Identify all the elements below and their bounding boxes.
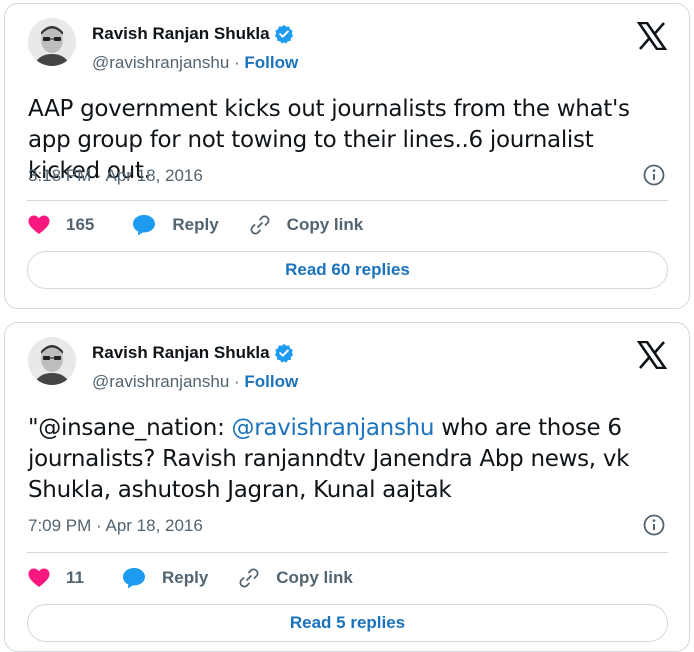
verified-badge-icon [274, 343, 293, 363]
copy-link-button[interactable]: Copy link [249, 214, 364, 236]
reply-label: Reply [172, 215, 219, 234]
like-count: 11 [66, 568, 84, 587]
copy-link-label: Copy link [276, 568, 353, 587]
author-handle[interactable]: @ravishranjanshu [92, 372, 229, 391]
separator: · [234, 372, 245, 391]
reply-label: Reply [161, 568, 209, 587]
author-name[interactable]: Ravish Ranjan Shukla [92, 24, 270, 44]
reply-button[interactable]: Reply [132, 214, 219, 236]
reply-bubble-icon [133, 215, 156, 236]
info-icon[interactable] [643, 514, 665, 536]
heart-icon [28, 568, 50, 587]
x-logo-icon[interactable] [637, 22, 667, 50]
copy-link-button[interactable]: Copy link [238, 567, 353, 589]
tweet-card[interactable]: Ravish Ranjan Shukla @ravishranjanshu · … [4, 322, 690, 652]
avatar[interactable] [28, 337, 76, 385]
divider [27, 200, 668, 201]
link-icon [239, 568, 259, 588]
avatar[interactable] [28, 18, 76, 66]
link-icon [250, 215, 270, 235]
read-replies-button[interactable]: Read 60 replies [27, 251, 668, 289]
info-icon[interactable] [643, 164, 665, 186]
like-button[interactable]: 11 [28, 568, 84, 588]
heart-icon [28, 215, 50, 234]
author-name[interactable]: Ravish Ranjan Shukla [92, 343, 270, 363]
x-logo-icon[interactable] [637, 341, 667, 369]
separator: · [234, 53, 245, 72]
tweet-text: "@insane_nation: @ravishranjanshu who ar… [28, 413, 667, 506]
copy-link-label: Copy link [286, 215, 364, 234]
tweet-timestamp[interactable]: 3:18 PM · Apr 18, 2016 [28, 166, 203, 186]
reply-button[interactable]: Reply [122, 567, 208, 589]
reply-bubble-icon [122, 568, 145, 589]
like-count: 165 [66, 215, 95, 234]
divider [27, 552, 668, 553]
read-replies-button[interactable]: Read 5 replies [27, 604, 668, 642]
follow-button[interactable]: Follow [244, 53, 298, 72]
follow-button[interactable]: Follow [244, 372, 298, 391]
tweet-card[interactable]: Ravish Ranjan Shukla @ravishranjanshu · … [4, 3, 690, 309]
verified-badge-icon [274, 24, 293, 44]
like-button[interactable]: 165 [28, 215, 94, 235]
tweet-timestamp[interactable]: 7:09 PM · Apr 18, 2016 [28, 516, 203, 536]
quote-prefix: "@insane_nation: [28, 415, 232, 441]
author-handle[interactable]: @ravishranjanshu [92, 53, 229, 72]
mention-link[interactable]: @ravishranjanshu [232, 415, 435, 441]
